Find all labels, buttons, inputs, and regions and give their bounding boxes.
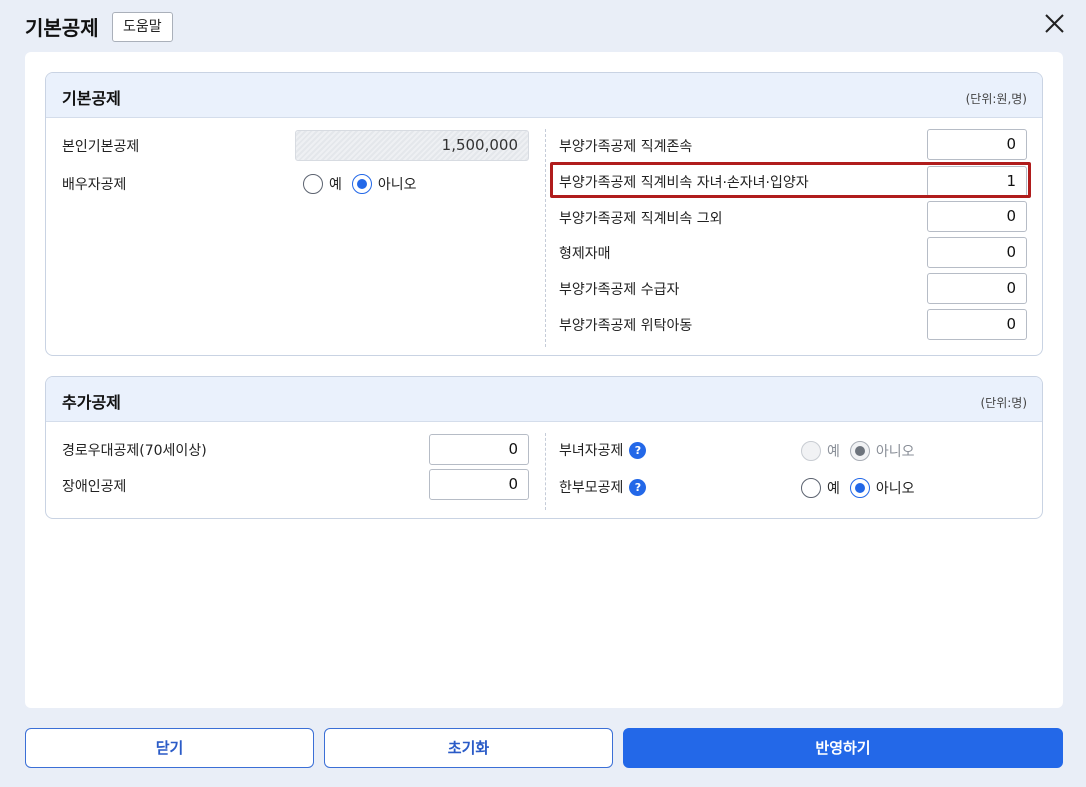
radio-circle (801, 441, 821, 461)
self-deduction-field: 1,500,000 (295, 130, 529, 161)
siblings-label: 형제자매 (559, 246, 611, 262)
dialog-title: 기본공제 (25, 16, 99, 40)
section-title: 기본공제 (62, 89, 121, 108)
unit-label: (단위:명) (980, 396, 1027, 410)
radio-label: 아니오 (377, 177, 417, 193)
close-button[interactable]: 닫기 (25, 728, 314, 768)
unit-label: (단위:원,명) (965, 92, 1027, 106)
highlight-box (550, 162, 1031, 198)
elder-deduction-label: 경로우대공제(70세이상) (62, 443, 207, 459)
radio-label: 아니오 (875, 444, 915, 460)
disabled-deduction-input[interactable]: 0 (429, 469, 529, 500)
elder-deduction-input[interactable]: 0 (429, 434, 529, 465)
section-header: 추가공제 (단위:명) (46, 377, 1042, 422)
lineal-ascendant-label: 부양가족공제 직계존속 (559, 139, 693, 155)
female-no-radio[interactable]: 아니오 (849, 441, 915, 461)
single-parent-radio-group: 예 아니오 (801, 478, 925, 498)
question-icon[interactable]: ? (629, 479, 647, 496)
basic-deduction-section: 기본공제 (단위:원,명) 본인기본공제 1,500,000 배우자공제 예 아… (45, 72, 1043, 356)
single-parent-no-radio[interactable]: 아니오 (849, 478, 915, 498)
radio-circle-checked (849, 441, 870, 461)
close-icon[interactable] (1042, 11, 1068, 37)
apply-button[interactable]: 반영하기 (623, 728, 1063, 768)
radio-label: 아니오 (875, 481, 915, 497)
spouse-no-radio[interactable]: 아니오 (351, 174, 417, 194)
radio-label: 예 (329, 177, 342, 193)
lineal-ascendant-input[interactable]: 0 (927, 129, 1027, 160)
radio-circle-checked (351, 174, 372, 194)
single-parent-text: 한부모공제 (559, 480, 624, 496)
section-header: 기본공제 (단위:원,명) (46, 73, 1042, 118)
self-deduction-label: 본인기본공제 (62, 139, 140, 155)
radio-label: 예 (827, 481, 840, 497)
single-parent-yes-radio[interactable]: 예 (801, 478, 840, 498)
help-button[interactable]: 도움말 (112, 12, 173, 42)
section-title: 추가공제 (62, 393, 121, 412)
reset-button[interactable]: 초기화 (324, 728, 613, 768)
radio-circle (303, 174, 323, 194)
dialog-header: 기본공제 도움말 (0, 0, 1086, 52)
female-radio-group: 예 아니오 (801, 441, 925, 461)
column-divider (545, 433, 546, 510)
foster-child-label: 부양가족공제 위탁아동 (559, 318, 693, 334)
column-divider (545, 129, 546, 347)
radio-label: 예 (827, 444, 840, 460)
foster-child-input[interactable]: 0 (927, 309, 1027, 340)
question-icon[interactable]: ? (629, 442, 647, 459)
dialog-content: 기본공제 (단위:원,명) 본인기본공제 1,500,000 배우자공제 예 아… (25, 52, 1063, 708)
radio-circle-checked (849, 478, 870, 498)
spouse-yes-radio[interactable]: 예 (303, 174, 342, 194)
female-deduction-text: 부녀자공제 (559, 443, 624, 459)
female-deduction-label: 부녀자공제? (559, 440, 647, 460)
recipient-input[interactable]: 0 (927, 273, 1027, 304)
siblings-input[interactable]: 0 (927, 237, 1027, 268)
lineal-descendant-other-input[interactable]: 0 (927, 201, 1027, 232)
female-yes-radio[interactable]: 예 (801, 441, 840, 461)
lineal-descendant-other-label: 부양가족공제 직계비속 그외 (559, 211, 723, 227)
spouse-deduction-label: 배우자공제 (62, 177, 127, 193)
spouse-radio-group: 예 아니오 (303, 174, 427, 194)
single-parent-deduction-label: 한부모공제? (559, 477, 647, 497)
radio-circle (801, 478, 821, 498)
recipient-label: 부양가족공제 수급자 (559, 282, 680, 298)
additional-deduction-section: 추가공제 (단위:명) 경로우대공제(70세이상) 0 장애인공제 0 부녀자공… (45, 376, 1043, 519)
disabled-deduction-label: 장애인공제 (62, 479, 127, 495)
